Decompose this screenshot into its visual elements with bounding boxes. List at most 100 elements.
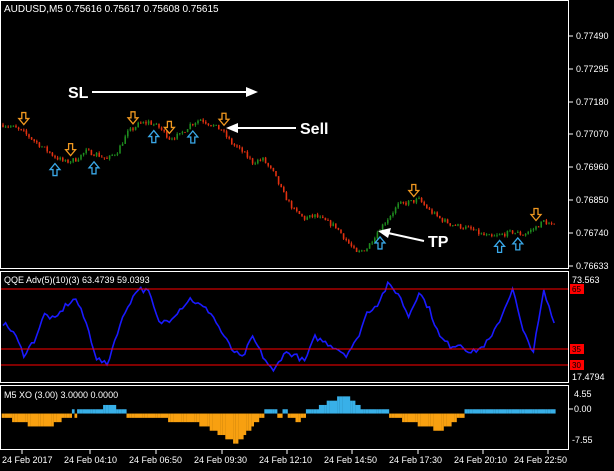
price-candle [10,126,12,128]
price-candle [147,121,150,124]
xo-bar [103,404,106,414]
xo-bar [308,409,312,414]
xo-bar [6,413,10,418]
price-candle [145,122,147,124]
price-candle [15,125,17,128]
price-candle [277,176,280,185]
price-candle [127,130,129,137]
price-candle [49,151,51,153]
price-candle [524,233,527,236]
price-candle [475,229,477,231]
xo-bar [64,413,67,418]
xo-bar [363,409,366,414]
xo-bar [279,413,283,418]
xo-bar [342,396,345,414]
price-candle [288,200,290,202]
price-candle [223,130,225,132]
xo-bar [134,413,137,418]
price-candle [397,203,399,208]
xo-bar [12,413,15,423]
xo-bar [451,413,455,423]
price-candle [387,219,389,224]
xo-bar [27,413,31,427]
price-candle [90,150,93,156]
xo-bar [113,404,117,414]
xo-bar [469,409,473,414]
xo-bar [136,413,140,418]
price-candle [7,126,9,128]
xo-bar [513,409,517,414]
xo-bar [116,409,119,414]
xo-bar [412,413,416,423]
price-candle [537,226,540,228]
price-candle [262,157,264,161]
xo-bar [147,413,150,418]
price-candle [428,208,431,210]
xo-bar [253,413,257,423]
xo-bar [435,413,439,431]
price-candle [376,232,379,239]
xo-bar [277,413,280,418]
price-candle [415,198,418,203]
price-candle [459,224,462,229]
price-candle [353,246,355,248]
xo-bar [376,409,379,414]
xo-bar [326,400,330,414]
xo-bar [529,409,533,414]
xo-bar [532,409,535,414]
price-candle [457,224,459,226]
price-candle [532,229,535,231]
price-candle [480,233,483,235]
price-candle [392,212,394,217]
xo-axis-label: -7.55 [572,435,593,445]
xo-bar [446,413,449,427]
price-candle [550,223,553,225]
xo-bar [508,409,512,414]
xo-bar [186,413,189,423]
price-candle [431,209,433,214]
xo-bar [347,396,351,414]
price-candle [41,146,43,148]
price-candle [67,160,69,163]
xo-bar [240,413,244,440]
qqe-level-65-label: 65 [572,285,581,294]
sell-label: Sell [300,121,328,138]
xo-bar [344,396,348,414]
xo-bar [264,409,267,414]
price-candle [51,152,54,156]
price-candle [283,187,285,193]
price-candle [150,121,152,125]
xo-bar [378,409,382,414]
price-candle [207,123,210,126]
xo-bar [316,409,319,414]
xo-bar [71,409,75,414]
xo-bar [173,413,176,423]
price-candle [257,160,259,164]
price-candle [129,128,132,131]
price-candle [493,235,496,237]
xo-bar [233,413,236,444]
xo-bar [542,409,546,414]
xo-bar [32,413,36,427]
price-candle [311,215,314,217]
price-axis-label: 0.76740 [576,228,609,238]
qqe-axis-top-label: 73.563 [572,275,600,285]
xo-bar [506,409,509,414]
price-candle [462,228,464,230]
xo-bar [311,409,314,414]
price-candle [303,215,306,220]
xo-bar [334,400,338,414]
xo-bar [524,409,527,414]
xo-bar [534,409,538,414]
price-candle [179,133,181,134]
qqe-axis-bottom-label: 17.4794 [572,372,605,382]
xo-bar [292,413,296,418]
xo-bar [537,409,540,414]
price-candle [62,157,64,161]
xo-bar [448,413,452,427]
price-candle [485,234,488,236]
xo-bar [108,404,111,414]
xo-bar [95,409,98,414]
xo-bar [243,413,247,436]
price-candle [426,204,428,209]
